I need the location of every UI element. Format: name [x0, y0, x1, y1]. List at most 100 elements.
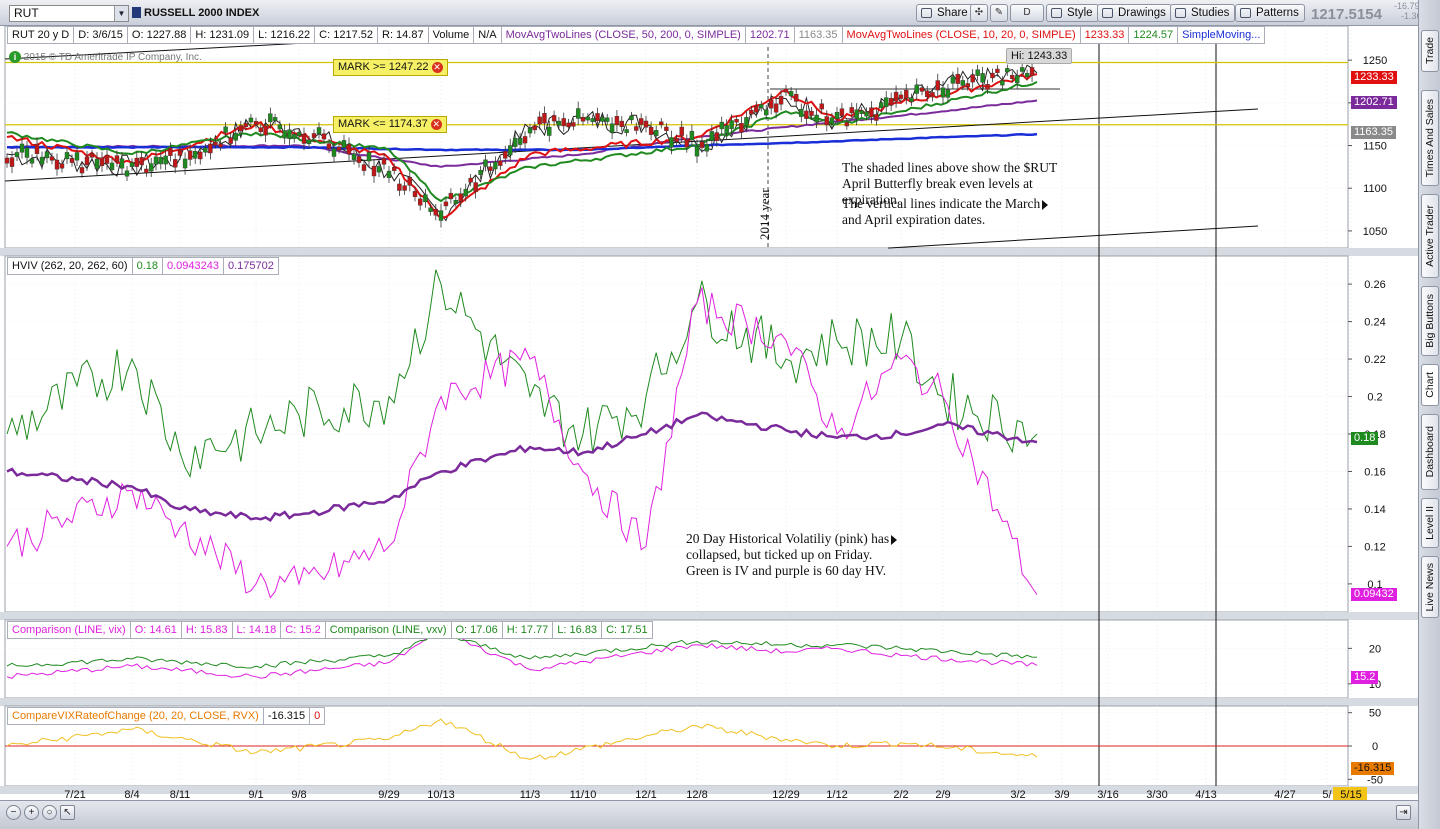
x-tick-label: 1/12	[826, 789, 847, 800]
candle-body	[537, 116, 542, 125]
scroll-to-end-icon[interactable]: ⇥	[1396, 805, 1411, 820]
candle-body	[809, 110, 814, 116]
x-tick-label: 8/11	[170, 789, 191, 800]
candle-body	[213, 141, 218, 146]
legend-item[interactable]: N/A	[474, 26, 502, 44]
candle-body	[148, 163, 154, 172]
legend-item[interactable]: 0.18	[132, 257, 163, 275]
studies-button[interactable]: Studies	[1170, 4, 1236, 22]
legend-item[interactable]: L: 16.83	[553, 621, 603, 639]
candle-body	[729, 120, 734, 130]
style-button[interactable]: Style	[1046, 4, 1099, 22]
candle-body	[94, 158, 100, 169]
legend-item[interactable]: 0.0943243	[163, 257, 224, 275]
candle-body	[4, 157, 10, 164]
mark-lower-label[interactable]: MARK <= 1174.37 ✕	[333, 116, 447, 133]
zoom-out-icon[interactable]: −	[6, 805, 21, 820]
legend-item[interactable]: 0	[310, 707, 326, 725]
candle-body	[296, 132, 302, 137]
pencil-icon: ✎	[994, 7, 1004, 18]
candle-body	[488, 166, 493, 171]
tab-chart[interactable]: Chart	[1421, 364, 1439, 406]
candle-body	[228, 137, 233, 144]
candle-body	[129, 162, 135, 167]
legend-item[interactable]: C: 17.51	[602, 621, 653, 639]
candle-body	[463, 188, 468, 197]
legend-item[interactable]: D: 3/6/15	[74, 26, 128, 44]
candle-body	[585, 116, 591, 121]
legend-item[interactable]: RUT 20 y D	[7, 26, 75, 44]
crosshair-tool-button[interactable]: ✣	[970, 4, 988, 22]
candle-body	[49, 156, 55, 161]
tab-active-trader[interactable]: Active Trader	[1421, 194, 1439, 278]
drawings-button[interactable]: Drawings	[1097, 4, 1172, 22]
patterns-button[interactable]: Patterns	[1235, 4, 1305, 22]
candle-body	[909, 97, 914, 102]
legend-item[interactable]: Comparison (LINE, vix)	[7, 621, 131, 639]
cursor-icon[interactable]: ↖	[60, 805, 75, 820]
remove-mark-icon[interactable]: ✕	[430, 118, 442, 130]
legend-item[interactable]: H: 1231.09	[191, 26, 255, 44]
info-icon[interactable]: i	[9, 51, 21, 63]
crosshair-icon: ✣	[974, 7, 984, 18]
legend-item[interactable]: H: 15.83	[181, 621, 233, 639]
legend-item[interactable]: O: 17.06	[451, 621, 503, 639]
style-icon	[1051, 8, 1062, 18]
legend-item[interactable]: Volume	[428, 26, 475, 44]
tab-trade[interactable]: Trade	[1421, 30, 1439, 72]
remove-mark-icon[interactable]: ✕	[431, 61, 443, 73]
legend-item[interactable]: L: 1216.22	[254, 26, 316, 44]
symbol-dropdown-icon[interactable]: ▼	[114, 6, 128, 21]
tab-live-news[interactable]: Live News	[1421, 556, 1439, 618]
candle-body	[74, 152, 80, 161]
legend-item[interactable]: HVIV (262, 20, 262, 60)	[7, 257, 133, 275]
legend-item[interactable]: MovAvgTwoLines (CLOSE, 50, 200, 0, SIMPL…	[501, 26, 746, 44]
aggregation-button[interactable]: D	[1010, 4, 1044, 22]
candle-body	[648, 127, 654, 135]
candle-body	[884, 97, 889, 108]
legend-item[interactable]: O: 1227.88	[127, 26, 192, 44]
legend-item[interactable]: 1233.33	[1080, 26, 1130, 44]
legend-item[interactable]: H: 17.77	[502, 621, 554, 639]
zoom-reset-icon[interactable]: ○	[42, 805, 57, 820]
zoom-in-icon[interactable]: +	[24, 805, 39, 820]
legend-item[interactable]: MovAvgTwoLines (CLOSE, 10, 20, 0, SIMPLE…	[842, 26, 1081, 44]
chart-area[interactable]: 125012001150110010500.260.240.220.20.180…	[0, 26, 1418, 800]
candle-body	[478, 170, 483, 175]
candle-body	[990, 72, 995, 79]
legend-item[interactable]: Comparison (LINE, vxv)	[325, 621, 452, 639]
tab-big-buttons[interactable]: Big Buttons	[1421, 286, 1439, 356]
candle-body	[654, 130, 659, 136]
candle-body	[381, 158, 387, 165]
legend-item[interactable]: 1202.71	[745, 26, 795, 44]
legend-item[interactable]: L: 14.18	[232, 621, 282, 639]
legend-item[interactable]: C: 15.2	[281, 621, 326, 639]
tab-times-and-sales[interactable]: Times And Sales	[1421, 90, 1439, 186]
legend-item[interactable]: CompareVIXRateofChange (20, 20, CLOSE, R…	[7, 707, 264, 725]
candle-body	[609, 123, 615, 133]
legend-item[interactable]: SimpleMoving...	[1178, 26, 1266, 44]
tab-level-ii[interactable]: Level II	[1421, 498, 1439, 548]
mark-upper-label[interactable]: MARK >= 1247.22 ✕	[333, 59, 448, 76]
legend-item[interactable]: 1224.57	[1129, 26, 1179, 44]
annotation-volatility: 20 Day Historical Volatiliy (pink) has c…	[686, 531, 898, 579]
bottom-toolbar: − + ○ ↖ ⇥	[0, 800, 1418, 829]
legend-item[interactable]: R: 14.87	[378, 26, 429, 44]
candle-body	[14, 152, 20, 158]
legend-item[interactable]: O: 14.61	[130, 621, 182, 639]
symbol-input[interactable]: RUT ▼	[9, 5, 129, 22]
share-button[interactable]: Share	[916, 4, 974, 22]
pencil-tool-button[interactable]: ✎	[990, 4, 1008, 22]
candle-body	[124, 170, 130, 177]
legend-item[interactable]: 0.175702	[224, 257, 279, 275]
roc-legend: CompareVIXRateofChange (20, 20, CLOSE, R…	[7, 707, 326, 725]
candle-body	[248, 117, 254, 123]
candle-body	[187, 150, 193, 160]
legend-item[interactable]: -16.315	[263, 707, 311, 725]
candle-body	[223, 126, 228, 133]
legend-item[interactable]: 1163.35	[794, 26, 843, 44]
candle-body	[783, 88, 789, 93]
tab-dashboard[interactable]: Dashboard	[1421, 414, 1439, 490]
candle-body	[371, 165, 377, 177]
legend-item[interactable]: C: 1217.52	[315, 26, 378, 44]
